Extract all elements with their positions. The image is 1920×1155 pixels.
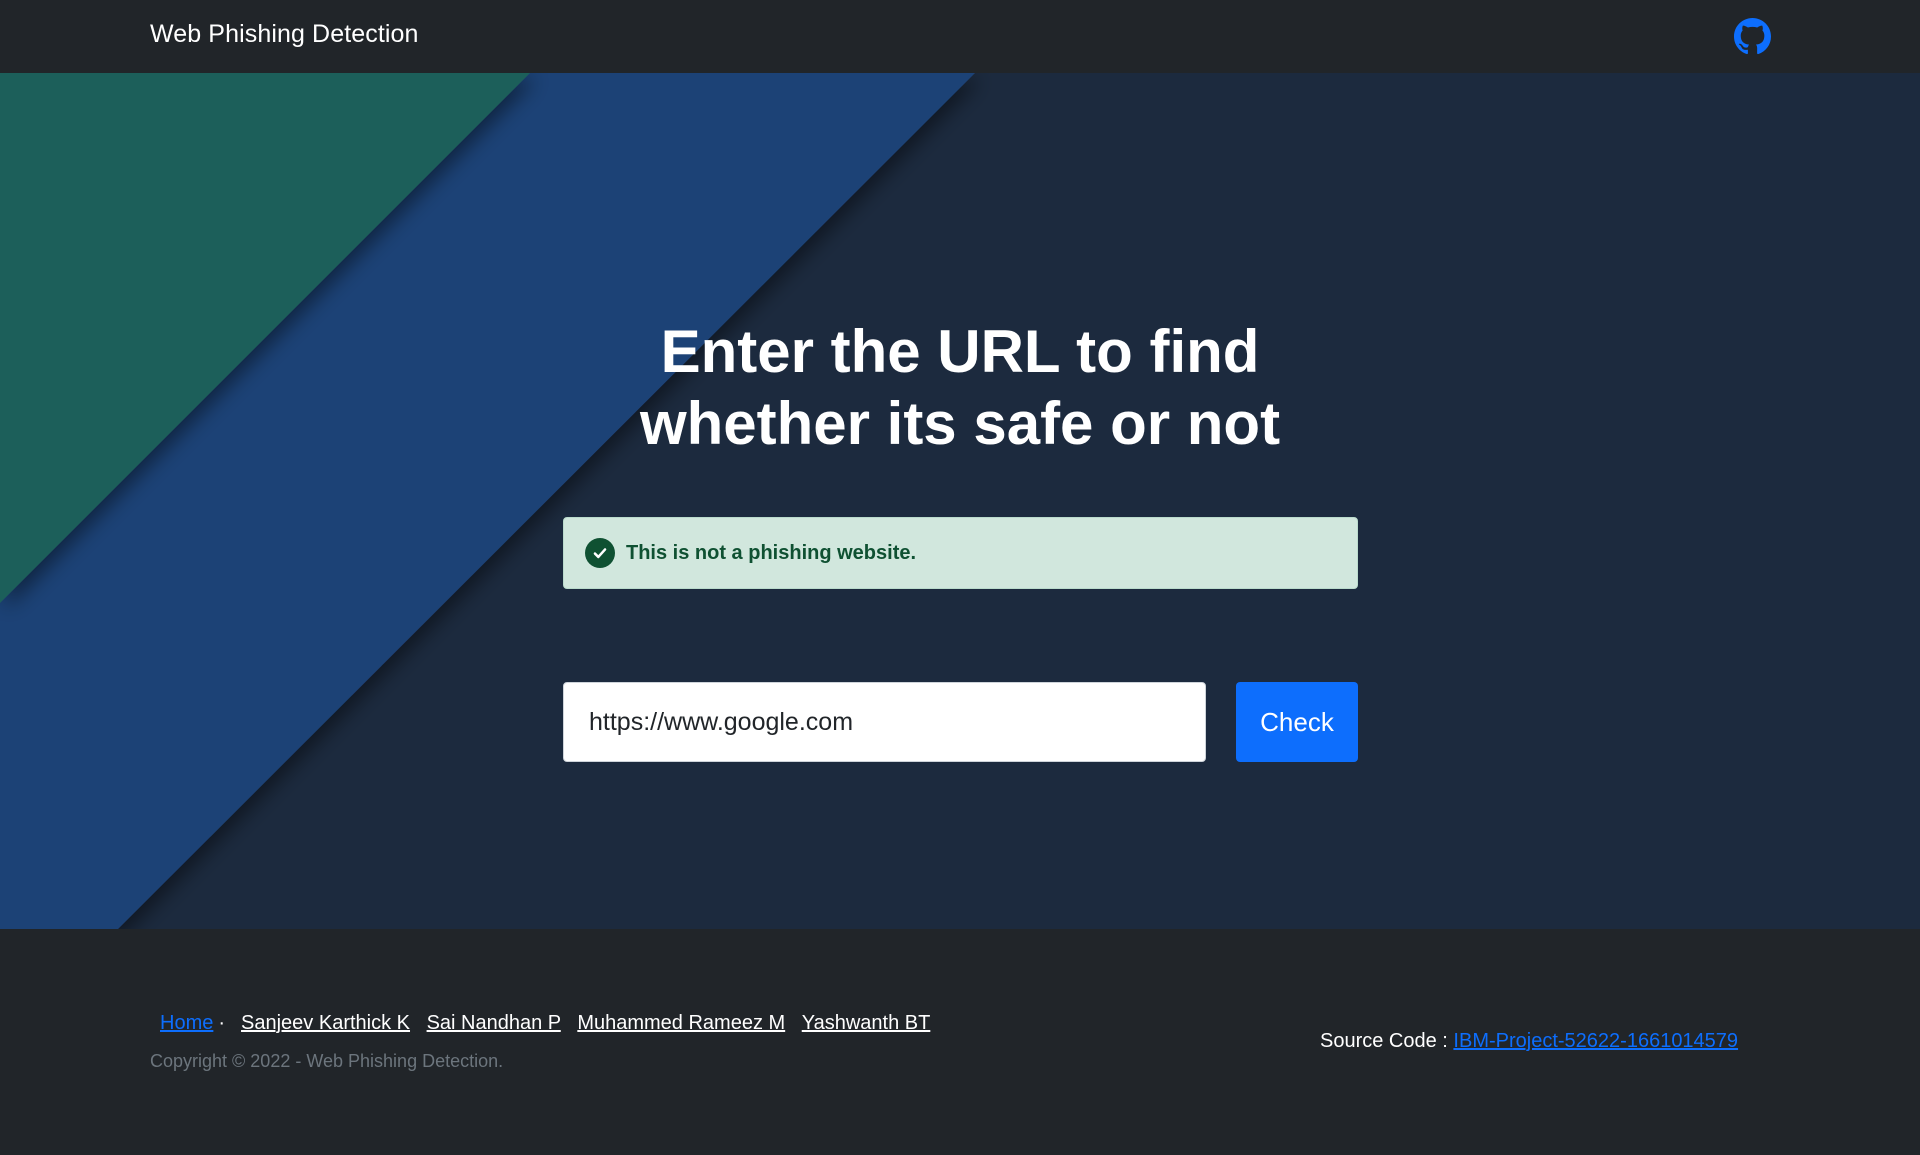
copyright-text: Copyright © 2022 - Web Phishing Detectio… [150, 1051, 504, 1071]
author-link[interactable]: Sanjeev Karthick K [241, 1012, 410, 1034]
brand-link[interactable]: Web Phishing Detection [150, 20, 419, 49]
author-link[interactable]: Sai Nandhan P [427, 1012, 561, 1034]
github-icon [1734, 18, 1771, 55]
github-link[interactable] [1734, 18, 1771, 55]
url-input[interactable] [563, 682, 1206, 762]
footer: Home · Sanjeev Karthick K Sai Nandhan P Mu… [0, 929, 1920, 1155]
navbar: Web Phishing Detection [0, 0, 1920, 73]
source-code: Source Code : IBM-Project-52622-16610145… [1320, 1030, 1738, 1053]
page-title: Enter the URL to find whether its safe o… [639, 318, 1281, 457]
alert-message: This is not a phishing website. [626, 541, 917, 564]
source-code-label: Source Code : [1320, 1030, 1448, 1052]
footer-links: Home · Sanjeev Karthick K Sai Nandhan P Mu… [160, 1012, 930, 1035]
footer-separator: · [218, 1012, 226, 1034]
source-code-link[interactable]: IBM-Project-52622-1661014579 [1453, 1030, 1738, 1052]
author-link[interactable]: Yashwanth BT [802, 1012, 931, 1034]
home-link[interactable]: Home [160, 1012, 213, 1034]
check-circle-icon [585, 538, 615, 568]
author-link[interactable]: Muhammed Rameez M [577, 1012, 785, 1034]
hero-background [0, 73, 975, 929]
result-alert: This is not a phishing website. [563, 517, 1358, 589]
hero-section: Enter the URL to find whether its safe o… [0, 73, 1920, 929]
check-button[interactable]: Check [1236, 682, 1358, 762]
